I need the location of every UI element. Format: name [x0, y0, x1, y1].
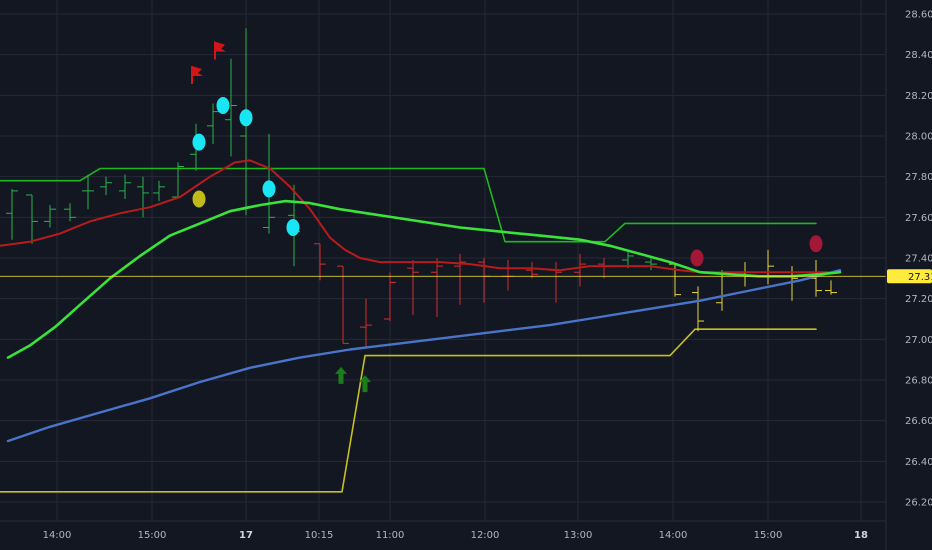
- cyan-dot-marker: [192, 133, 206, 151]
- price-tick-label: 26.80: [905, 376, 932, 387]
- last-price-badge: 27.31: [887, 269, 932, 284]
- price-tick-label: 27.20: [905, 294, 932, 305]
- time-tick-label: 12:00: [471, 530, 500, 541]
- price-tick-label: 26.60: [905, 416, 932, 427]
- price-tick-label: 27.40: [905, 254, 932, 265]
- price-chart[interactable]: 28.60 28.40 28.20 28.00 27.80 27.60 27.40 27.20…: [0, 0, 932, 550]
- cyan-dot-marker: [239, 109, 253, 127]
- time-tick-label: 13:00: [564, 530, 593, 541]
- time-tick-label: 11:00: [376, 530, 405, 541]
- price-tick-label: 27.80: [905, 172, 932, 183]
- time-tick-label: 14:00: [659, 530, 688, 541]
- price-tick-label: 28.20: [905, 91, 932, 102]
- price-tick-label: 27.00: [905, 335, 932, 346]
- price-tick-label: 28.60: [905, 10, 932, 21]
- last-price-label: 27.31: [908, 272, 932, 283]
- time-tick-label: 18: [854, 530, 868, 541]
- price-tick-label: 28.00: [905, 132, 932, 143]
- crimson-dot-marker: [809, 235, 823, 253]
- time-tick-label: 17: [239, 530, 253, 541]
- olive-dot-marker: [192, 190, 206, 208]
- time-tick-label: 10:15: [305, 530, 334, 541]
- price-tick-label: 27.60: [905, 213, 932, 224]
- crimson-dot-marker: [690, 249, 704, 267]
- price-tick-label: 26.40: [905, 457, 932, 468]
- time-tick-label: 15:00: [754, 530, 783, 541]
- price-tick-label: 28.40: [905, 50, 932, 61]
- price-tick-label: 26.20: [905, 498, 932, 509]
- time-tick-label: 15:00: [138, 530, 167, 541]
- cyan-dot-marker: [262, 180, 276, 198]
- chart-window: 28.60 28.40 28.20 28.00 27.80 27.60 27.40 27.20…: [0, 0, 932, 550]
- cyan-dot-marker: [286, 219, 300, 236]
- cyan-dot-marker: [216, 97, 230, 114]
- time-tick-label: 14:00: [43, 530, 72, 541]
